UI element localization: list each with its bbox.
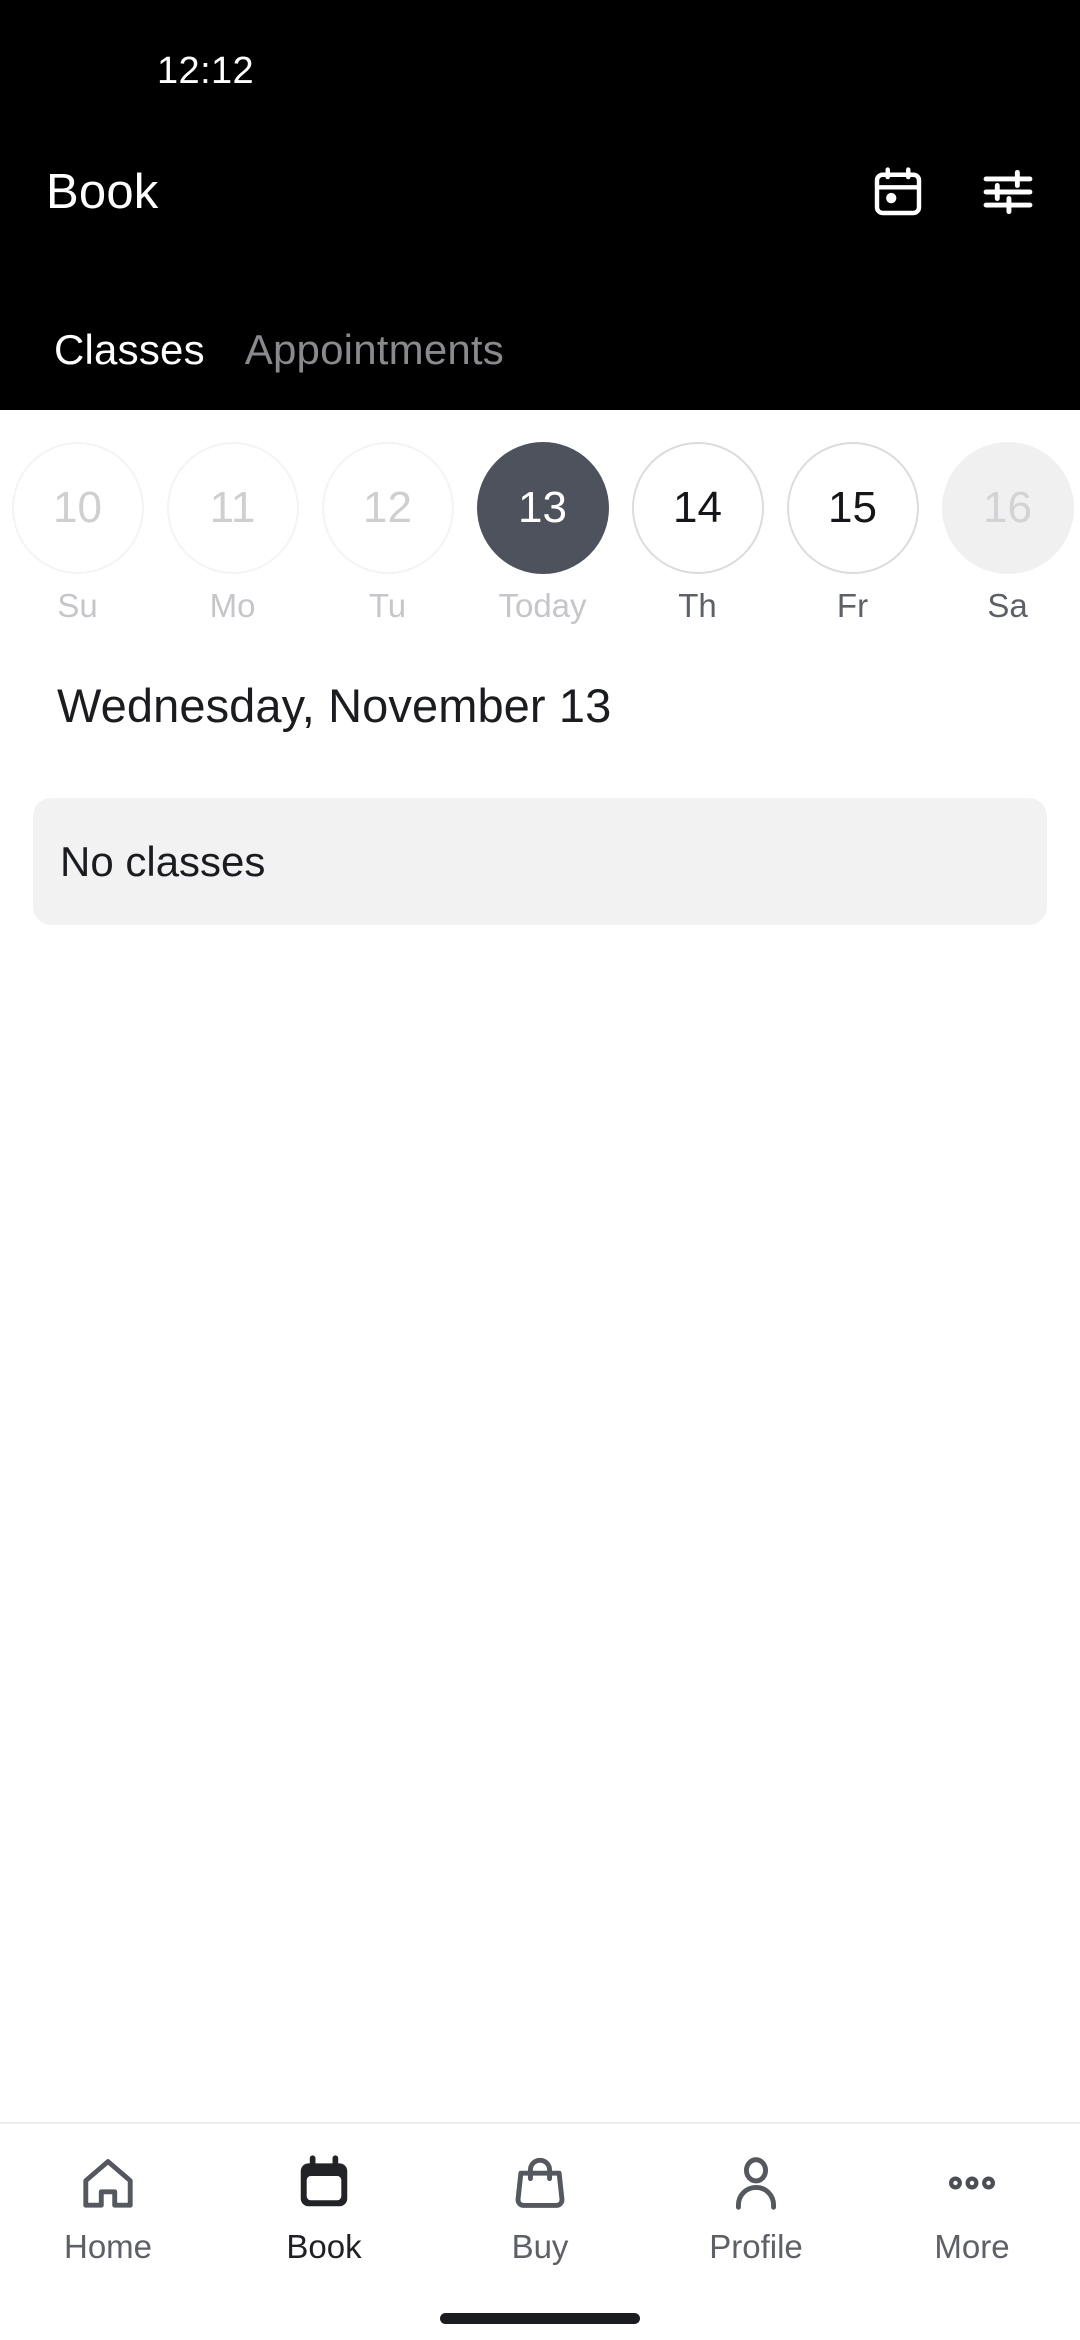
date-weekday: Today (498, 587, 587, 624)
date-weekday: Sa (987, 587, 1028, 624)
calendar-icon (300, 2155, 348, 2207)
nav-label-book: Book (286, 2228, 362, 2265)
nav-label-profile: Profile (709, 2228, 803, 2265)
nav-item-profile[interactable]: Profile (648, 2146, 864, 2266)
date-number: 11 (166, 442, 299, 574)
tab-bar: Classes Appointments (0, 290, 524, 410)
status-bar: 12:12 (0, 0, 1080, 120)
tab-appointments[interactable]: Appointments (225, 326, 524, 374)
app-bar: Book (0, 130, 1080, 250)
person-icon-wrapper (725, 2146, 787, 2220)
gesture-bar[interactable] (440, 2313, 640, 2324)
selected-date-heading: Wednesday, November 13 (57, 679, 612, 732)
nav-item-buy[interactable]: Buy (432, 2146, 648, 2266)
nav-label-more: More (934, 2228, 1010, 2265)
date-number: 14 (631, 442, 764, 574)
filter-icon-button[interactable] (972, 156, 1044, 228)
nav-label-home: Home (63, 2228, 153, 2265)
home-icon (83, 2159, 133, 2208)
more-icon (949, 2176, 995, 2190)
no-classes-label: No classes (60, 837, 266, 885)
page-title: Book (46, 165, 159, 219)
bottom-navigation: Home Book Buy Profile More (0, 2122, 1080, 2340)
date-number: 16 (941, 442, 1074, 574)
date-item-13-selected[interactable]: 13 Today (465, 442, 620, 626)
no-classes-card: No classes (33, 798, 1047, 925)
nav-item-book[interactable]: Book (216, 2146, 432, 2266)
main-content: Wednesday, November 13 No classes (0, 655, 1080, 2122)
date-item-11[interactable]: 11 Mo (155, 442, 310, 626)
nav-item-home[interactable]: Home (0, 2146, 216, 2266)
date-number: 12 (321, 442, 454, 574)
date-weekday: Tu (368, 587, 407, 624)
home-icon-wrapper (77, 2146, 139, 2220)
bag-icon-wrapper (509, 2146, 571, 2220)
date-weekday: Th (678, 587, 717, 624)
date-number: 15 (786, 442, 919, 574)
nav-item-more[interactable]: More (864, 2146, 1080, 2266)
date-item-10[interactable]: 10 Su (0, 442, 155, 626)
bag-icon (515, 2157, 565, 2208)
calendar-icon (874, 167, 922, 216)
date-number: 13 (476, 442, 609, 574)
date-weekday: Mo (209, 587, 256, 624)
date-item-14[interactable]: 14 Th (620, 442, 775, 626)
app-header: 12:12 Book Classes Appointments (0, 0, 1080, 410)
more-icon-wrapper (941, 2146, 1003, 2220)
app-screen: 12:12 Book Classes Appointments 10 Su 11… (0, 0, 1080, 2340)
filter-icon (983, 169, 1033, 215)
date-item-16[interactable]: 16 Sa (930, 442, 1080, 626)
date-weekday: Su (57, 587, 98, 624)
person-icon (735, 2157, 777, 2210)
tab-classes[interactable]: Classes (34, 326, 225, 374)
date-item-12[interactable]: 12 Tu (310, 442, 465, 626)
calendar-icon-button[interactable] (862, 156, 934, 228)
date-weekday: Fr (836, 587, 869, 624)
app-bar-actions (862, 156, 1044, 228)
status-bar-clock: 12:12 (157, 50, 255, 92)
date-strip[interactable]: 10 Su 11 Mo 12 Tu 13 Today 14 Th 15 Fr 1… (0, 410, 1080, 655)
nav-label-buy: Buy (511, 2228, 569, 2265)
date-number: 10 (11, 442, 144, 574)
date-item-15[interactable]: 15 Fr (775, 442, 930, 626)
calendar-icon-wrapper (293, 2146, 355, 2220)
